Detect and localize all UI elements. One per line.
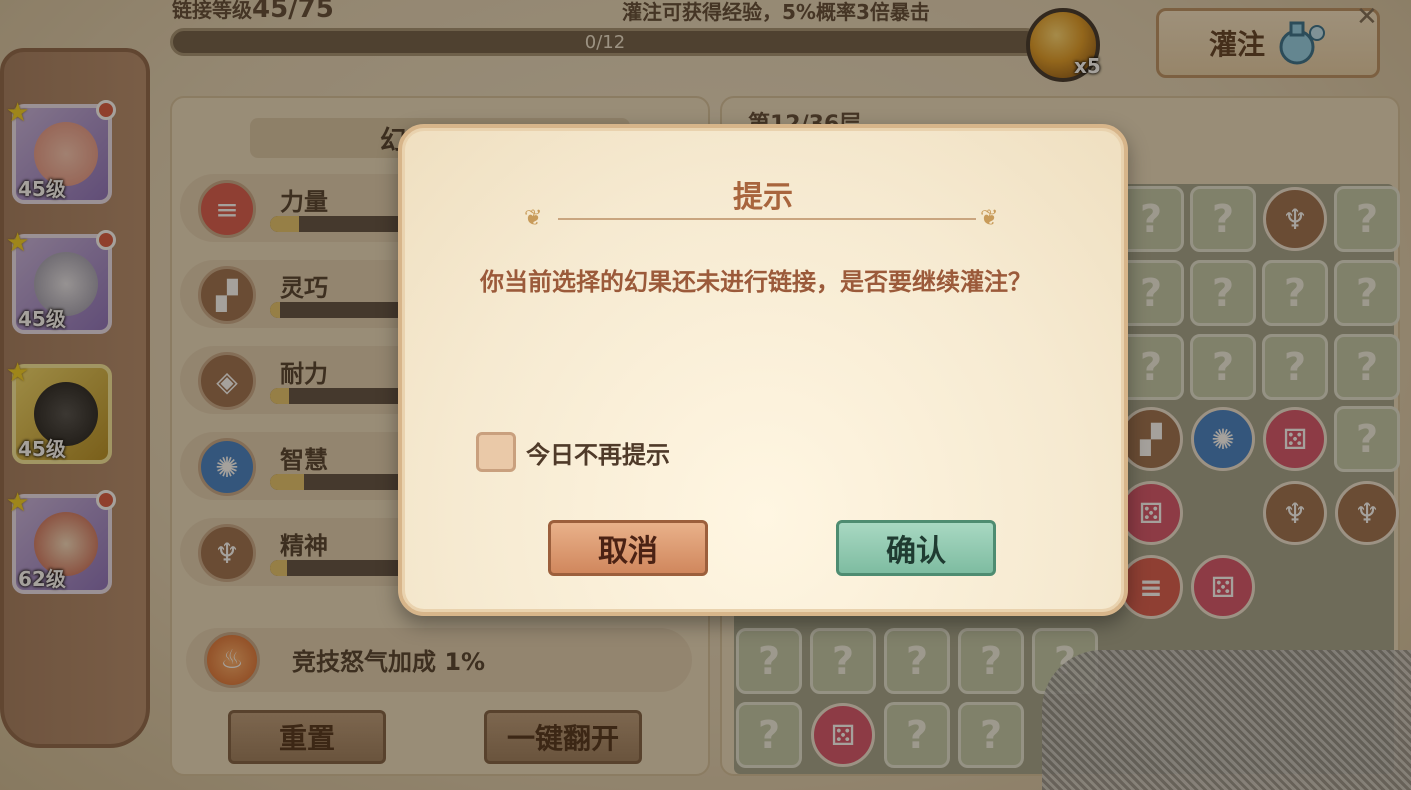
confirm-dialog: 提示 ❦ ❦ 你当前选择的幻果还未进行链接，是否要继续灌注？ 今日不再提示 取消… <box>398 124 1128 616</box>
game-screen: 链接等级45/75 灌注可获得经验，5%概率3倍暴击 0/12 x5 灌注 ✕ … <box>0 0 1411 790</box>
dont-remind-today[interactable]: 今日不再提示 <box>476 432 670 472</box>
leaf-ornament-icon: ❦ <box>524 206 543 231</box>
dialog-message: 你当前选择的幻果还未进行链接，是否要继续灌注？ <box>480 268 1032 296</box>
confirm-button[interactable]: 确认 <box>836 520 996 576</box>
cancel-button[interactable]: 取消 <box>548 520 708 576</box>
dont-remind-label: 今日不再提示 <box>526 440 670 469</box>
title-divider <box>558 218 976 220</box>
dont-remind-checkbox[interactable] <box>476 432 516 472</box>
dialog-title: 提示 <box>733 180 793 215</box>
leaf-ornament-icon: ❦ <box>980 206 999 231</box>
